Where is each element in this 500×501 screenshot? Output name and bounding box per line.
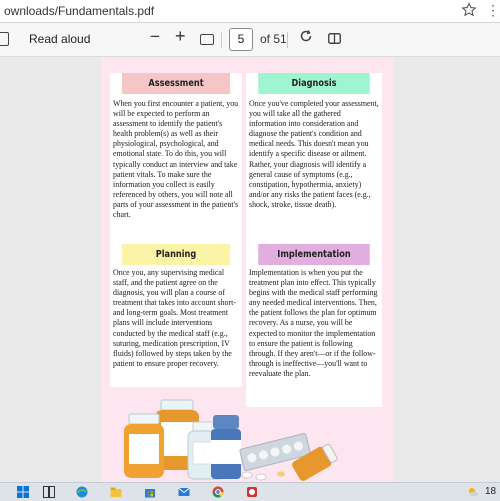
assessment-text: When you first encounter a patient, you … — [113, 99, 239, 220]
menu-icon[interactable]: ⋮ — [486, 2, 500, 19]
fit-to-page-icon[interactable] — [200, 34, 214, 45]
mail-icon[interactable] — [178, 486, 190, 498]
edge-browser-icon[interactable] — [76, 486, 88, 498]
pdf-toolbar: Read aloud − + 5 of 51 — [0, 23, 500, 57]
page-total-label: of 51 — [260, 32, 287, 46]
implementation-text: Implementation is when you put the treat… — [249, 268, 378, 378]
file-explorer-icon[interactable] — [110, 486, 122, 498]
favorite-star-icon[interactable] — [461, 2, 477, 18]
diagnosis-text: Once you've completed your assessment, y… — [249, 99, 379, 209]
table-of-contents-icon[interactable] — [0, 32, 9, 46]
app-icon[interactable] — [246, 486, 258, 498]
page-view-icon[interactable] — [328, 33, 341, 44]
store-icon[interactable] — [144, 486, 156, 498]
toolbar-divider — [287, 32, 288, 48]
pdf-page: Assessment When you first encounter a pa… — [101, 57, 393, 482]
medicine-bottles-illustration — [124, 399, 338, 481]
address-bar[interactable]: ownloads/Fundamentals.pdf ⋮ — [0, 0, 500, 23]
zoom-in-button[interactable]: + — [175, 26, 186, 47]
planning-text: Once you, any supervising medical staff,… — [113, 268, 236, 368]
rotate-icon[interactable] — [298, 28, 314, 44]
clock-text: 18 — [485, 486, 497, 497]
diagnosis-heading: Diagnosis — [258, 73, 370, 94]
windows-start-icon[interactable] — [17, 486, 29, 498]
assessment-heading: Assessment — [121, 73, 231, 94]
read-aloud-button[interactable]: Read aloud — [29, 32, 90, 46]
implementation-heading: Implementation — [258, 244, 370, 265]
weather-icon[interactable] — [467, 486, 479, 498]
taskbar: 18 — [0, 482, 500, 501]
url-text[interactable]: ownloads/Fundamentals.pdf — [4, 4, 154, 18]
toolbar-divider — [221, 32, 222, 48]
chrome-icon[interactable] — [212, 486, 224, 498]
planning-heading: Planning — [121, 244, 231, 265]
zoom-out-button[interactable]: − — [150, 27, 160, 47]
task-view-icon[interactable] — [43, 486, 55, 498]
page-number-input[interactable]: 5 — [229, 28, 253, 51]
